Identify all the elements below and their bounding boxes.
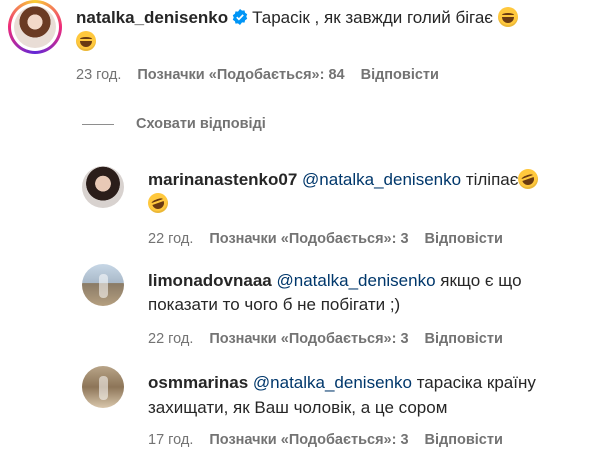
username[interactable]: osmmarinas: [148, 373, 248, 392]
reply-button[interactable]: Відповісти: [425, 231, 503, 247]
comment-text: якщо є що: [440, 271, 522, 290]
username[interactable]: marinanastenko07: [148, 170, 297, 189]
comment-text: Тарасік , як завжди голий бігає: [252, 8, 493, 27]
reply-button[interactable]: Відповісти: [425, 331, 503, 347]
comment-body: marinanastenko07 @natalka_denisenko тілі…: [148, 166, 542, 192]
rolling-laughing-emoji-icon: [145, 190, 171, 216]
avatar[interactable]: [82, 366, 124, 408]
comment-text: тіліпає: [465, 170, 519, 189]
comment-meta: 22 год. Позначки «Подобається»: 3 Відповіс…: [148, 329, 519, 349]
comment-body-line2: [145, 190, 171, 216]
hide-replies-label: Сховати відповіді: [136, 116, 266, 132]
username[interactable]: limonadovnaaa: [148, 271, 272, 290]
likes-count[interactable]: Позначки «Подобається»: 84: [137, 67, 344, 83]
divider: [82, 124, 114, 125]
comment-meta: 17 год. Позначки «Подобається»: 3 Відповіс…: [148, 430, 519, 450]
comment-body-line2: захищати, як Ваш чоловік, а це сором: [148, 398, 448, 417]
avatar[interactable]: [8, 0, 62, 54]
timestamp[interactable]: 17 год.: [148, 432, 193, 448]
timestamp[interactable]: 22 год.: [148, 231, 193, 247]
reply-button[interactable]: Відповісти: [425, 432, 503, 448]
timestamp[interactable]: 22 год.: [148, 331, 193, 347]
tears-of-joy-emoji-icon: [76, 31, 96, 51]
comment-meta: 22 год. Позначки «Подобається»: 3 Відповіс…: [148, 229, 519, 249]
likes-count[interactable]: Позначки «Подобається»: 3: [209, 331, 408, 347]
likes-count[interactable]: Позначки «Подобається»: 3: [209, 231, 408, 247]
username[interactable]: natalka_denisenko: [76, 8, 228, 27]
mention-link[interactable]: @natalka_denisenko: [253, 373, 412, 392]
avatar[interactable]: [82, 166, 124, 208]
avatar[interactable]: [82, 264, 124, 306]
verified-badge-icon: [232, 9, 248, 25]
mention-link[interactable]: @natalka_denisenko: [277, 271, 436, 290]
comment-body-line2: [76, 30, 96, 54]
comment-body: osmmarinas @natalka_denisenko тарасіка к…: [148, 371, 536, 395]
comment-body: limonadovnaaa @natalka_denisenko якщо є …: [148, 269, 522, 293]
comment-meta: 23 год. Позначки «Подобається»: 84 Відпові…: [76, 65, 455, 85]
mention-link[interactable]: @natalka_denisenko: [302, 170, 461, 189]
comment-body-line2: показати то чого б не побігати ;): [148, 295, 401, 314]
comment-body: natalka_denisenko Тарасік , як завжди гол…: [76, 6, 518, 30]
comment-text: тарасіка країну: [416, 373, 536, 392]
timestamp[interactable]: 23 год.: [76, 67, 121, 83]
reply-button[interactable]: Відповісти: [361, 67, 439, 83]
likes-count[interactable]: Позначки «Подобається»: 3: [209, 432, 408, 448]
tears-of-joy-emoji-icon: [497, 7, 518, 27]
rolling-laughing-emoji-icon: [515, 166, 542, 192]
